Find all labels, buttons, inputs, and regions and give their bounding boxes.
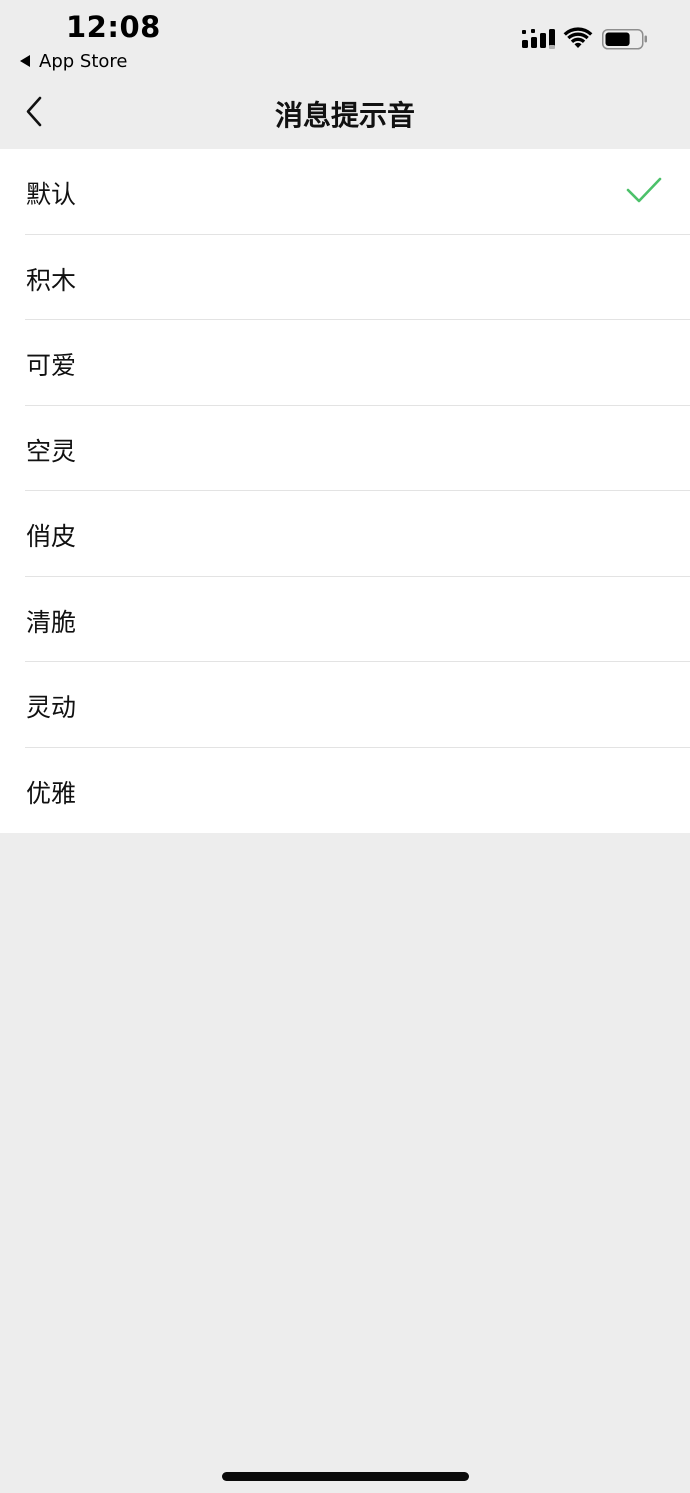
sound-option[interactable]: 空灵: [0, 406, 690, 491]
sound-option[interactable]: 积木: [0, 235, 690, 320]
status-time: 12:08: [66, 10, 161, 44]
sound-option[interactable]: 默认: [0, 149, 690, 235]
signal-icon: [522, 29, 555, 49]
sound-option-label: 优雅: [26, 778, 77, 808]
home-indicator: [222, 1472, 469, 1481]
wifi-icon: [563, 27, 593, 48]
sound-option-label: 清脆: [26, 607, 77, 637]
sound-option[interactable]: 可爱: [0, 320, 690, 406]
sound-option-label: 默认: [26, 180, 77, 209]
sound-option[interactable]: 优雅: [0, 748, 690, 834]
sound-option-label: 俏皮: [26, 522, 77, 551]
status-icons: [520, 26, 650, 54]
sound-option-label: 积木: [26, 265, 77, 295]
nav-bar: 消息提示音: [0, 80, 690, 148]
back-app-label: App Store: [39, 50, 128, 72]
battery-icon: [602, 29, 647, 50]
sound-option[interactable]: 灵动: [0, 662, 690, 748]
page-title: 消息提示音: [274, 99, 415, 132]
sound-list: 默认积木可爱空灵俏皮清脆灵动优雅: [0, 149, 690, 833]
sound-option-label: 灵动: [26, 693, 77, 722]
status-bar: 12:08 App Store: [0, 0, 690, 80]
back-triangle-icon: [20, 55, 30, 67]
sound-option-label: 可爱: [26, 351, 77, 380]
sound-option[interactable]: 俏皮: [0, 491, 690, 577]
sound-option-label: 空灵: [26, 436, 77, 466]
back-to-app-link[interactable]: App Store: [20, 50, 127, 72]
checkmark-icon: [626, 177, 662, 203]
sound-option[interactable]: 清脆: [0, 577, 690, 662]
